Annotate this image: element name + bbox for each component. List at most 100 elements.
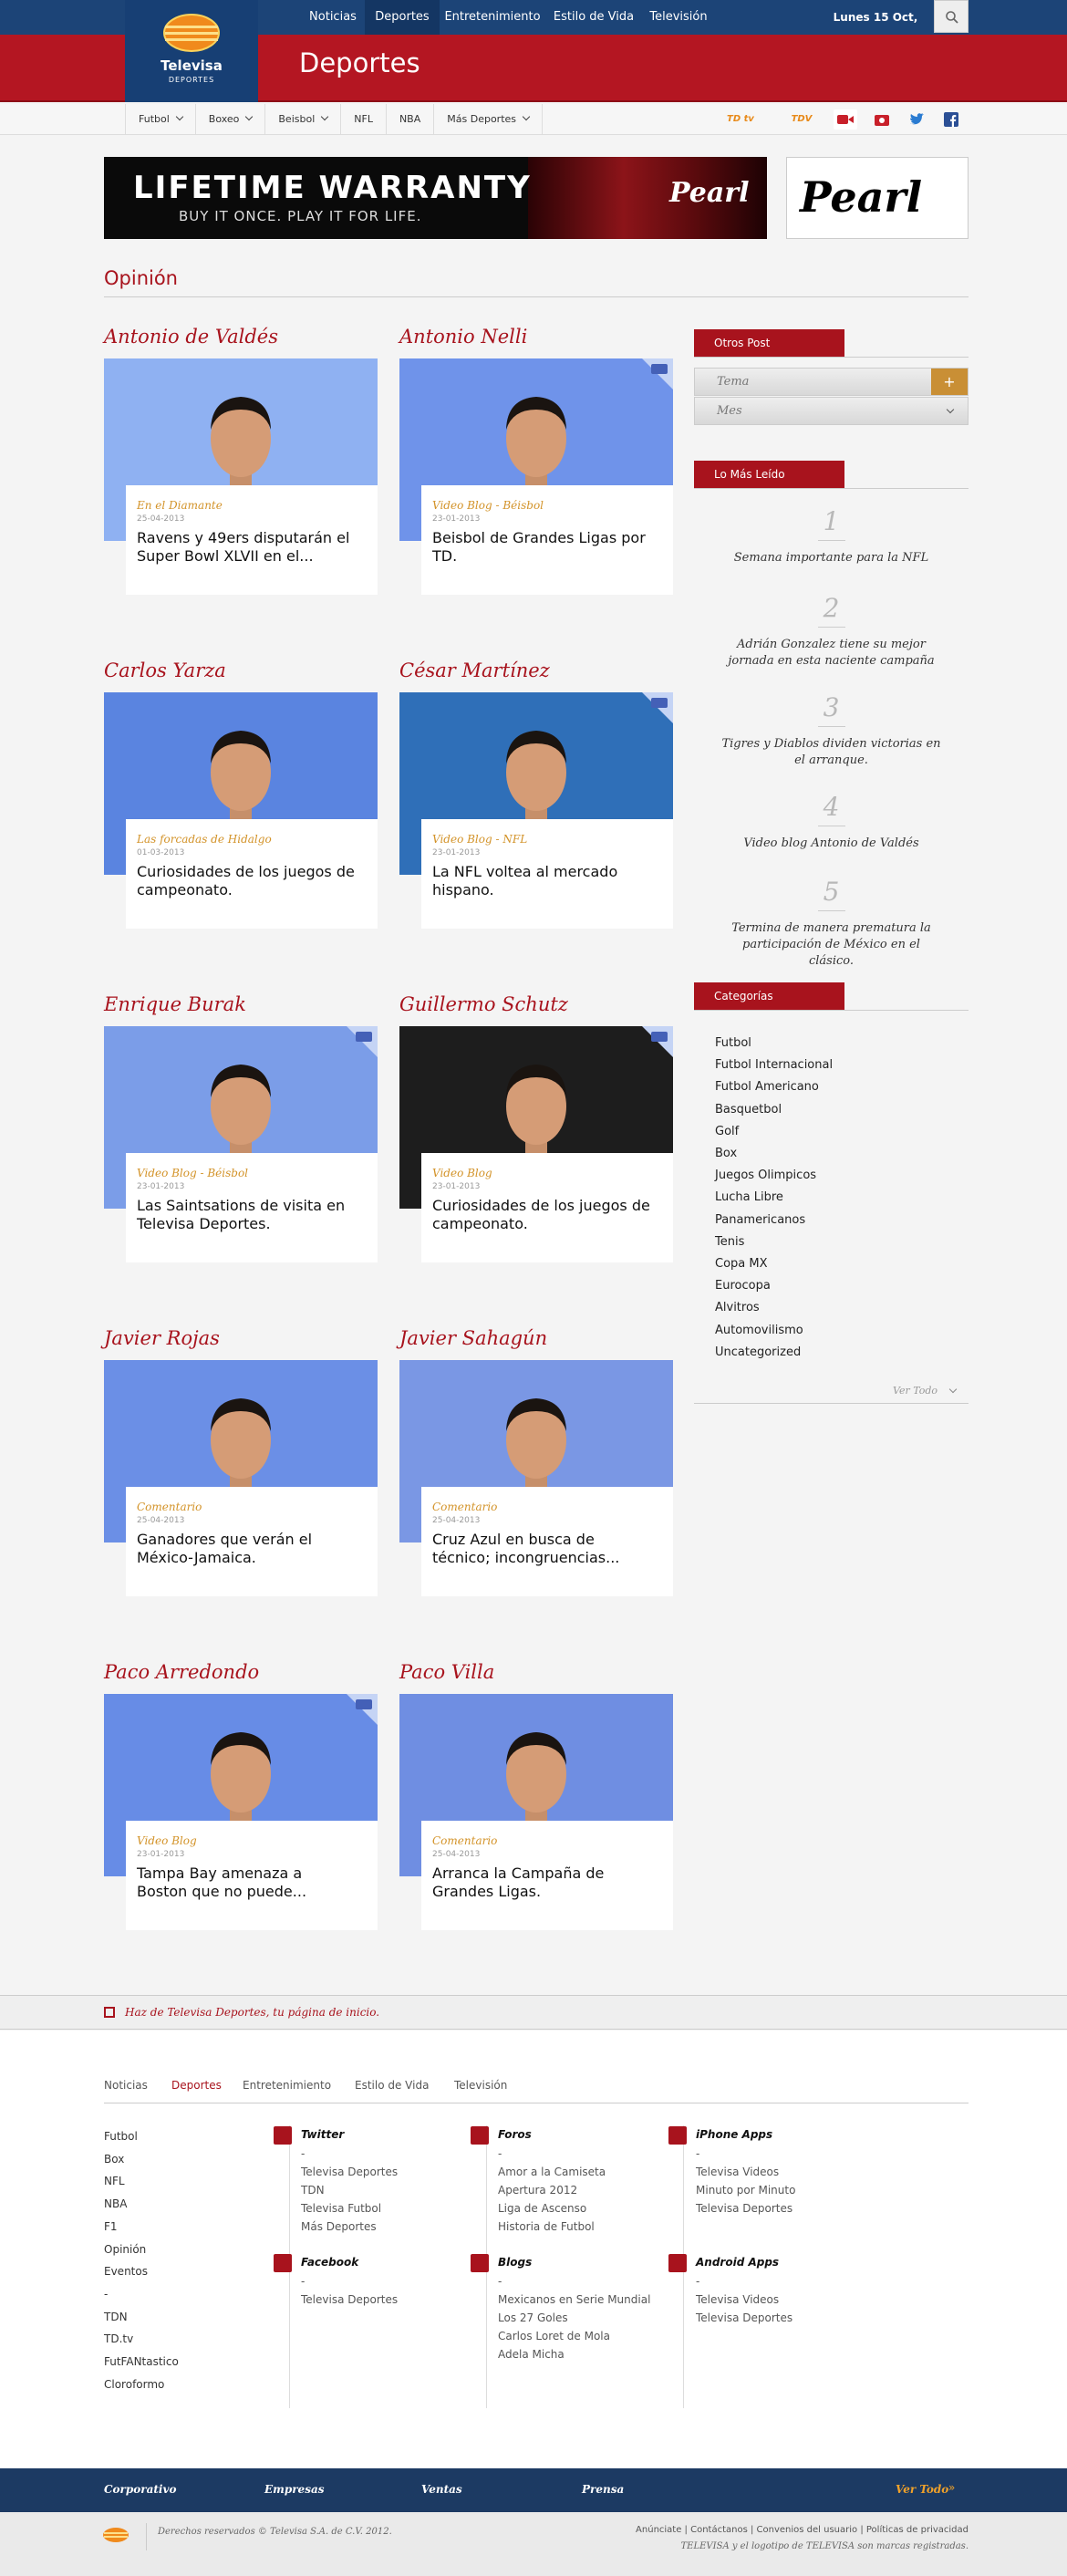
opinion-card[interactable]: Paco Arredondo Video Blog 23-01-2013 Tampa … xyxy=(104,1661,378,1962)
category-item[interactable]: Copa MX xyxy=(715,1253,833,1275)
card-title[interactable]: La NFL voltea al mercado hispano. xyxy=(432,863,651,899)
opinion-card[interactable]: Enrique Burak Video Blog - Béisbol 23-01-2… xyxy=(104,993,378,1294)
add-icon[interactable]: + xyxy=(931,369,968,395)
category-item[interactable]: Lucha Libre xyxy=(715,1187,833,1209)
footer-section-item[interactable]: F1 xyxy=(104,2216,179,2238)
footer-col-link[interactable]: - xyxy=(274,2145,456,2163)
footer-section-item[interactable]: NBA xyxy=(104,2193,179,2216)
tema-select[interactable]: Tema + xyxy=(694,368,969,396)
footer-col-link[interactable]: Televisa Deportes xyxy=(274,2163,456,2181)
prensa-link[interactable]: Prensa xyxy=(582,2483,624,2496)
footer-col-link[interactable]: Televisa Deportes xyxy=(668,2199,851,2218)
footer-section-item[interactable]: Opinión xyxy=(104,2238,179,2261)
columnist-name[interactable]: Enrique Burak xyxy=(104,993,246,1015)
category-item[interactable]: Alvitros xyxy=(715,1297,833,1319)
category-item[interactable]: Eurocopa xyxy=(715,1275,833,1297)
columnist-name[interactable]: Javier Sahagún xyxy=(399,1327,547,1349)
category-item[interactable]: Panamericanos xyxy=(715,1210,833,1231)
footer-col-link[interactable]: Televisa Deportes xyxy=(274,2290,456,2309)
footer-col-link[interactable]: Adela Micha xyxy=(471,2345,653,2363)
opinion-card[interactable]: Antonio Nelli Video Blog - Béisbol 23-01-2… xyxy=(399,326,673,627)
category-item[interactable]: Futbol xyxy=(715,1033,833,1054)
topnav-television[interactable]: Televisión xyxy=(643,0,714,35)
most-read-item[interactable]: 3 Tigres y Diablos dividen victorias en e… xyxy=(694,693,969,769)
rank-title[interactable]: Adrián Gonzalez tiene su mejor jornada e… xyxy=(694,637,969,670)
card-category[interactable]: Video Blog xyxy=(432,1167,492,1179)
footer-nav-noticias[interactable]: Noticias xyxy=(104,2079,148,2092)
card-title[interactable]: Curiosidades de los juegos de campeonato… xyxy=(432,1197,651,1233)
category-item[interactable]: Box xyxy=(715,1143,833,1165)
card-title[interactable]: Las Saintsations de visita en Televisa D… xyxy=(137,1197,356,1233)
footer-section-item[interactable]: NFL xyxy=(104,2170,179,2193)
footer-section-item[interactable]: Futbol xyxy=(104,2125,179,2148)
topnav-entretenimiento[interactable]: Entretenimiento xyxy=(443,0,542,35)
footer-col-link[interactable]: Minuto por Minuto xyxy=(668,2181,851,2199)
columnist-name[interactable]: César Martínez xyxy=(399,660,550,681)
rank-title[interactable]: Semana importante para la NFL xyxy=(694,550,969,566)
columnist-name[interactable]: Paco Arredondo xyxy=(104,1661,259,1683)
opinion-card[interactable]: Javier Sahagún Comentario 25-04-2013 Cruz A… xyxy=(399,1327,673,1628)
card-title[interactable]: Beisbol de Grandes Ligas por TD. xyxy=(432,529,651,566)
opinion-card[interactable]: Guillermo Schutz Video Blog 23-01-2013 Curi… xyxy=(399,993,673,1294)
search-button[interactable] xyxy=(934,0,969,33)
footer-col-link[interactable]: - xyxy=(274,2272,456,2290)
tdv-link[interactable]: TDV xyxy=(784,109,819,130)
footer-col-link[interactable]: - xyxy=(668,2145,851,2163)
card-title[interactable]: Cruz Azul en busca de técnico; incongrue… xyxy=(432,1531,651,1567)
columnist-name[interactable]: Carlos Yarza xyxy=(104,660,226,681)
most-read-item[interactable]: 2 Adrián Gonzalez tiene su mejor jornada … xyxy=(694,594,969,670)
most-read-item[interactable]: 1 Semana importante para la NFL xyxy=(694,507,969,566)
footer-nav-estilo[interactable]: Estilo de Vida xyxy=(355,2079,429,2092)
subnav-beisbol[interactable]: Beisbol xyxy=(265,104,342,135)
topnav-deportes[interactable]: Deportes xyxy=(365,0,440,35)
footer-section-item[interactable]: FutFANtastico xyxy=(104,2351,179,2373)
footer-col-link[interactable]: Mexicanos en Serie Mundial xyxy=(471,2290,653,2309)
televisa-deportes-logo[interactable]: Televisa DEPORTES xyxy=(125,0,258,102)
card-category[interactable]: Comentario xyxy=(137,1501,202,1513)
opinion-card[interactable]: Javier Rojas Comentario 25-04-2013 Ganadore… xyxy=(104,1327,378,1628)
card-title[interactable]: Ganadores que verán el México-Jamaica. xyxy=(137,1531,356,1567)
subnav-boxeo[interactable]: Boxeo xyxy=(196,104,266,135)
columnist-name[interactable]: Guillermo Schutz xyxy=(399,993,568,1015)
footer-col-link[interactable]: Televisa Deportes xyxy=(668,2309,851,2327)
subnav-nfl[interactable]: NFL xyxy=(341,104,387,135)
footer-col-link[interactable]: TDN xyxy=(274,2181,456,2199)
legal-links[interactable]: Anúnciate | Contáctanos | Convenios del … xyxy=(636,2525,969,2535)
footer-col-link[interactable]: Los 27 Goles xyxy=(471,2309,653,2327)
rank-title[interactable]: Video blog Antonio de Valdés xyxy=(694,836,969,852)
footer-section-item[interactable]: TDN xyxy=(104,2306,179,2329)
tdtv-link[interactable]: TD tv xyxy=(720,109,761,130)
card-category[interactable]: En el Diamante xyxy=(137,499,223,512)
pearl-logo-ad[interactable]: Pearl xyxy=(786,157,969,239)
twitter-icon[interactable] xyxy=(906,109,929,130)
footer-section-item[interactable]: Box xyxy=(104,2148,179,2171)
columnist-name[interactable]: Antonio Nelli xyxy=(399,326,527,348)
category-item[interactable]: Juegos Olimpicos xyxy=(715,1165,833,1187)
corporativo-link[interactable]: Corporativo xyxy=(104,2483,176,2496)
category-item[interactable]: Automovilismo xyxy=(715,1320,833,1342)
card-category[interactable]: Video Blog - NFL xyxy=(432,833,527,846)
camera-icon[interactable] xyxy=(870,109,894,130)
card-category[interactable]: Comentario xyxy=(432,1834,497,1847)
opinion-card[interactable]: César Martínez Video Blog - NFL 23-01-2013… xyxy=(399,660,673,961)
topnav-noticias[interactable]: Noticias xyxy=(304,0,362,35)
category-item[interactable]: Golf xyxy=(715,1121,833,1143)
category-item[interactable]: Uncategorized xyxy=(715,1342,833,1364)
footer-col-link[interactable]: Televisa Videos xyxy=(668,2163,851,2181)
category-item[interactable]: Futbol Internacional xyxy=(715,1054,833,1076)
ver-todo-footer-link[interactable]: Ver Todo xyxy=(896,2483,948,2496)
subnav-nba[interactable]: NBA xyxy=(387,104,435,135)
topnav-estilo-de-vida[interactable]: Estilo de Vida xyxy=(552,0,636,35)
category-item[interactable]: Tenis xyxy=(715,1231,833,1253)
most-read-item[interactable]: 4 Video blog Antonio de Valdés xyxy=(694,793,969,852)
columnist-name[interactable]: Javier Rojas xyxy=(104,1327,220,1349)
columnist-name[interactable]: Antonio de Valdés xyxy=(104,326,278,348)
footer-section-item[interactable]: - xyxy=(104,2283,179,2306)
footer-col-link[interactable]: Liga de Ascenso xyxy=(471,2199,653,2218)
category-item[interactable]: Basquetbol xyxy=(715,1099,833,1121)
footer-col-link[interactable]: - xyxy=(471,2272,653,2290)
card-category[interactable]: Video Blog - Béisbol xyxy=(432,499,544,512)
footer-col-link[interactable]: Amor a la Camiseta xyxy=(471,2163,653,2181)
footer-section-item[interactable]: Cloroformo xyxy=(104,2373,179,2396)
ventas-link[interactable]: Ventas xyxy=(421,2483,462,2496)
